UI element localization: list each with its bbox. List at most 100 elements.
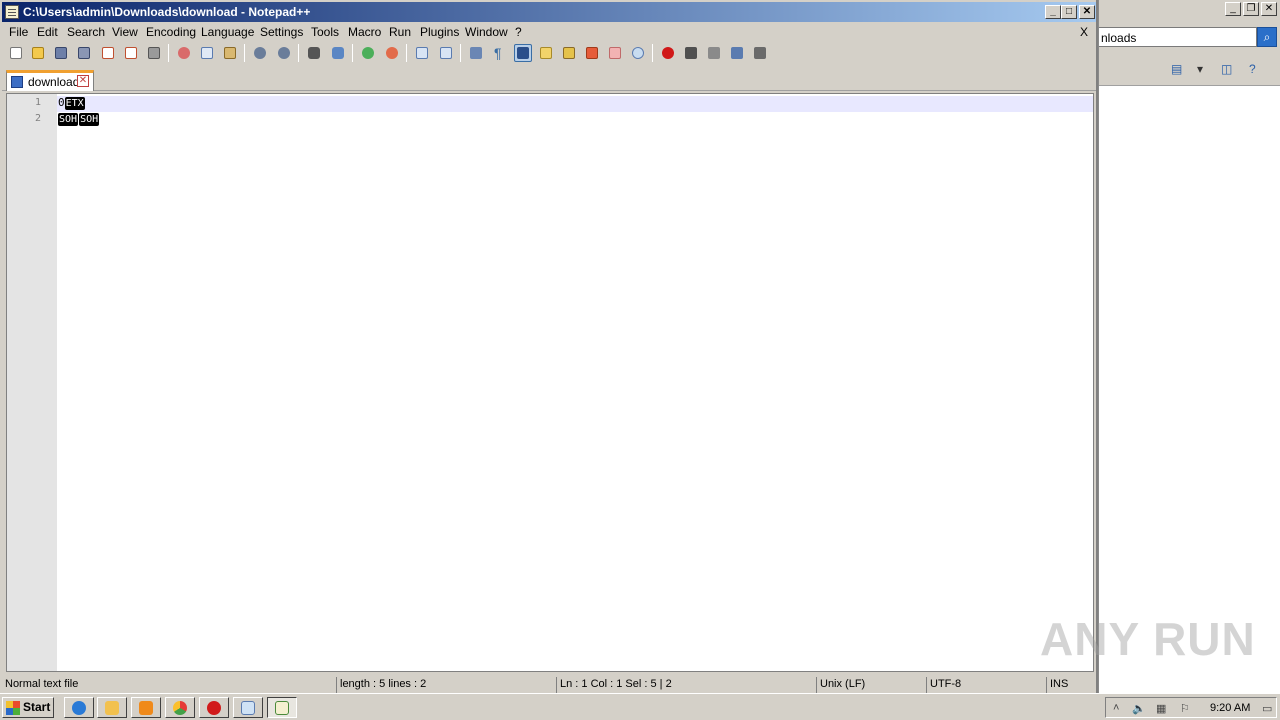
bg-close-button[interactable]: ✕ <box>1261 2 1277 16</box>
taskbar-file-explorer[interactable] <box>97 697 127 718</box>
toolbar-separator <box>168 44 169 62</box>
play-macro-icon[interactable] <box>705 44 723 62</box>
toolbar-separator <box>244 44 245 62</box>
background-explorer-window[interactable]: _ ❐ ✕ nloads ⌕ ▤ ▾ ◫ ? <box>1098 0 1280 693</box>
media-player-icon <box>139 701 153 715</box>
bg-search-button[interactable]: ⌕ <box>1257 27 1277 47</box>
action-center-flag-icon[interactable]: ⚐ <box>1180 702 1190 715</box>
clock[interactable]: 9:20 AM <box>1210 702 1250 714</box>
network-icon[interactable]: ▦ <box>1156 702 1166 715</box>
status-eol[interactable]: Unix (LF) <box>816 677 926 693</box>
menu-window[interactable]: Window <box>465 25 508 39</box>
menu-settings[interactable]: Settings <box>260 25 303 39</box>
start-button[interactable]: Start <box>2 697 54 718</box>
menu-macro[interactable]: Macro <box>348 25 381 39</box>
taskbar-notepad[interactable] <box>233 697 263 718</box>
menu-run[interactable]: Run <box>389 25 411 39</box>
taskbar-internet-explorer[interactable] <box>64 697 94 718</box>
zoom-in-icon[interactable] <box>359 44 377 62</box>
new-file-icon[interactable] <box>7 44 25 62</box>
taskbar-media-player[interactable] <box>131 697 161 718</box>
run-macro-multiple-icon[interactable] <box>728 44 746 62</box>
code-line-1[interactable]: 0ETX <box>58 95 86 111</box>
folder-workspace-icon[interactable] <box>606 44 624 62</box>
word-wrap-icon[interactable] <box>467 44 485 62</box>
file-explorer-icon <box>105 701 119 715</box>
minimize-button[interactable]: _ <box>1045 5 1061 19</box>
save-all-icon[interactable] <box>75 44 93 62</box>
record-macro-icon[interactable] <box>659 44 677 62</box>
taskbar: Start ˄ 🔈 ▦ ⚐ 9:20 AM ▭ <box>0 693 1280 720</box>
toolbar-separator <box>652 44 653 62</box>
taskbar-opera[interactable] <box>199 697 229 718</box>
line-number-gutter: 1 2 <box>7 94 57 671</box>
opera-icon <box>207 701 221 715</box>
function-list-icon[interactable] <box>560 44 578 62</box>
volume-icon[interactable]: 🔈 <box>1132 702 1146 715</box>
redo-icon[interactable] <box>275 44 293 62</box>
show-desktop-icon[interactable]: ▭ <box>1262 702 1272 715</box>
background-window-titlebar[interactable]: _ ❐ ✕ <box>1099 0 1280 20</box>
menu-tools[interactable]: Tools <box>311 25 339 39</box>
close-icon[interactable] <box>99 44 117 62</box>
replace-icon[interactable] <box>329 44 347 62</box>
taskbar-chrome[interactable] <box>165 697 195 718</box>
sync-horizontal-icon[interactable] <box>437 44 455 62</box>
close-button[interactable]: ✕ <box>1079 5 1095 19</box>
menu-language[interactable]: Language <box>201 25 254 39</box>
help-icon[interactable]: ? <box>1249 62 1256 78</box>
maximize-button[interactable]: □ <box>1061 5 1077 19</box>
paste-icon[interactable] <box>221 44 239 62</box>
status-length: length : 5 lines : 2 <box>336 677 556 693</box>
save-icon[interactable] <box>52 44 70 62</box>
toolbar-separator <box>406 44 407 62</box>
copy-icon[interactable] <box>198 44 216 62</box>
bg-minimize-button[interactable]: _ <box>1225 2 1241 16</box>
code-line-2[interactable]: SOH SOH <box>58 111 100 127</box>
taskbar-notepad-plus-plus[interactable] <box>267 697 297 718</box>
close-all-icon[interactable] <box>122 44 140 62</box>
system-tray: ˄ 🔈 ▦ ⚐ 9:20 AM ▭ <box>1105 697 1277 718</box>
stop-macro-icon[interactable] <box>682 44 700 62</box>
bg-search-input[interactable]: nloads <box>1099 27 1257 47</box>
menu-plugins[interactable]: Plugins <box>420 25 459 39</box>
toolbar: ¶ <box>2 41 1096 65</box>
preview-pane-icon[interactable]: ◫ <box>1221 62 1232 78</box>
window-title: C:\Users\admin\Downloads\download - Note… <box>23 5 311 19</box>
notepad-icon <box>241 701 255 715</box>
menu-search[interactable]: Search <box>67 25 105 39</box>
menu-help[interactable]: ? <box>515 25 522 39</box>
undo-icon[interactable] <box>251 44 269 62</box>
menu-view[interactable]: View <box>112 25 138 39</box>
tab-download[interactable]: download ✕ <box>6 70 94 91</box>
open-file-icon[interactable] <box>29 44 47 62</box>
doc-map-icon[interactable] <box>583 44 601 62</box>
menu-file[interactable]: File <box>9 25 28 39</box>
zoom-out-icon[interactable] <box>383 44 401 62</box>
tab-label: download <box>28 75 80 89</box>
search-icon: ⌕ <box>1263 30 1271 44</box>
show-all-chars-icon[interactable]: ¶ <box>491 44 509 62</box>
window-titlebar[interactable]: C:\Users\admin\Downloads\download - Note… <box>2 2 1096 22</box>
close-document-button[interactable]: X <box>1080 25 1088 39</box>
bg-restore-button[interactable]: ❐ <box>1243 2 1259 16</box>
language-icon[interactable] <box>537 44 555 62</box>
show-hidden-icons-icon[interactable]: ˄ <box>1113 702 1119 714</box>
menu-edit[interactable]: Edit <box>37 25 58 39</box>
internet-explorer-icon <box>72 701 86 715</box>
indent-guide-icon[interactable] <box>514 44 532 62</box>
editor-area[interactable]: 1 2 0ETX SOH SOH <box>6 93 1094 672</box>
save-macro-icon[interactable] <box>751 44 769 62</box>
change-view-icon[interactable]: ▤ <box>1171 62 1182 78</box>
menu-encoding[interactable]: Encoding <box>146 25 196 39</box>
print-icon[interactable] <box>145 44 163 62</box>
find-icon[interactable] <box>305 44 323 62</box>
cut-icon[interactable] <box>175 44 193 62</box>
monitor-icon[interactable] <box>629 44 647 62</box>
control-char-badge: SOH <box>58 113 79 126</box>
sync-vertical-icon[interactable] <box>413 44 431 62</box>
tab-bar: download ✕ <box>2 67 1096 91</box>
view-dropdown-icon[interactable]: ▾ <box>1197 62 1203 78</box>
status-encoding[interactable]: UTF-8 <box>926 677 1046 693</box>
tab-close-icon[interactable]: ✕ <box>77 75 89 87</box>
